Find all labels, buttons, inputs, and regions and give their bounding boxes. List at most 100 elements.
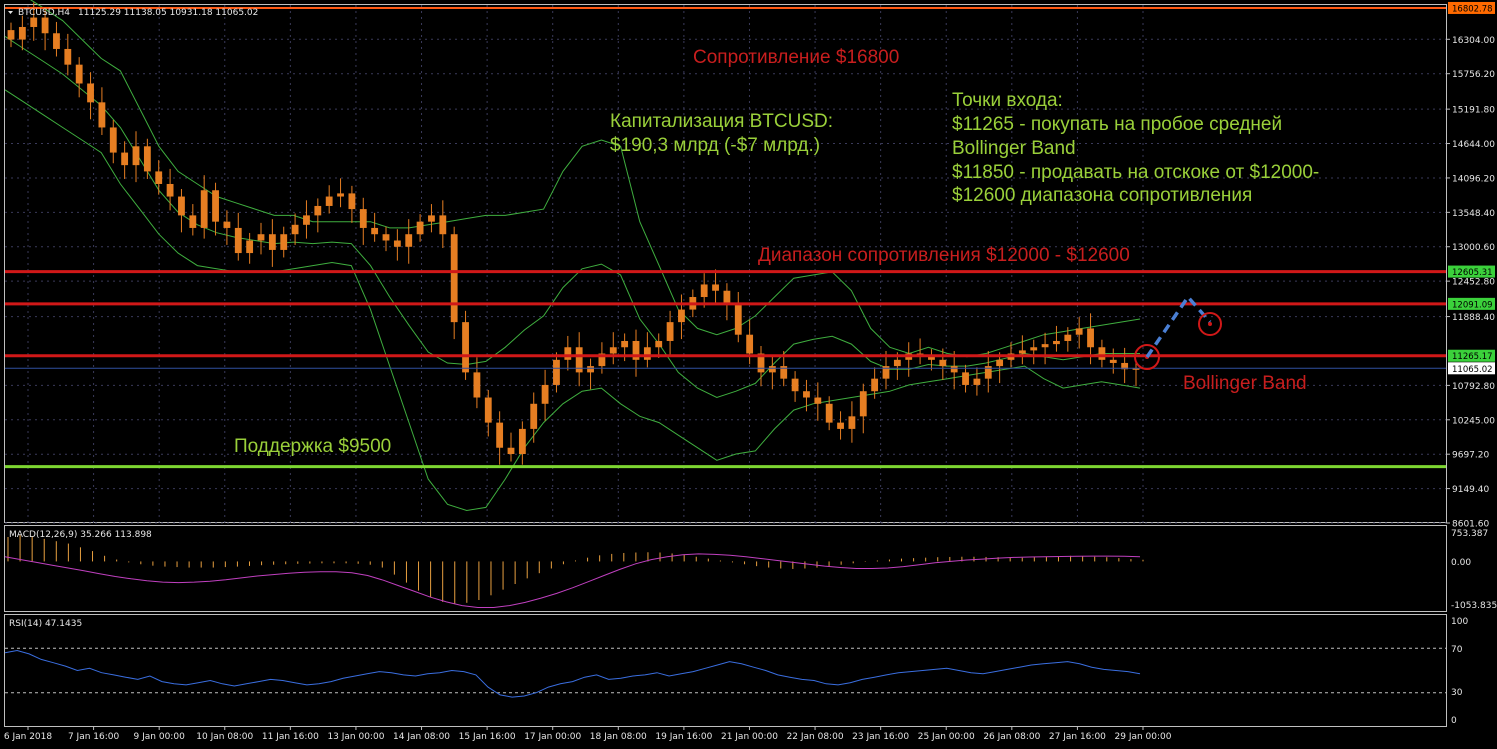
- candle-body: [75, 64, 83, 84]
- candle-body: [393, 240, 401, 247]
- price-tag-label: 12605.31: [1452, 268, 1493, 278]
- sell-entry-dot: [1208, 322, 1212, 326]
- candle-body: [450, 234, 458, 323]
- price-tick-label: 14644.00: [1452, 140, 1495, 150]
- price-tick-label: 13000.60: [1452, 243, 1495, 253]
- candle-body: [257, 234, 265, 241]
- candle-body: [484, 397, 492, 423]
- time-tick-label: 14 Jan 08:00: [393, 732, 450, 742]
- candle-body: [30, 17, 38, 27]
- candle-body: [848, 416, 856, 429]
- candle-body: [212, 190, 219, 222]
- candle-body: [337, 193, 344, 197]
- price-tag-label: 16802.78: [1452, 4, 1493, 14]
- candle-body: [246, 240, 254, 254]
- candle-body: [314, 205, 322, 216]
- macd-tick: -1053.835: [1451, 601, 1497, 611]
- candle-body: [553, 359, 560, 385]
- candle-body: [98, 102, 106, 128]
- candle-body: [462, 322, 469, 373]
- price-tick-label: 10245.00: [1452, 416, 1495, 426]
- candle-body: [837, 422, 844, 429]
- candle-body: [1053, 340, 1060, 345]
- macd-tick: 753.387: [1451, 529, 1488, 539]
- time-tick-label: 27 Jan 16:00: [1049, 732, 1106, 742]
- candle-body: [507, 447, 515, 455]
- candle-body: [723, 290, 731, 304]
- resistance-range-label: Диапазон сопротивления $12000 - $12600: [758, 245, 1130, 266]
- candle-body: [791, 378, 799, 392]
- time-tick-label: 15 Jan 16:00: [459, 732, 516, 742]
- capitalization-line-2: $190,3 млрд (-$7 млрд.): [610, 135, 820, 156]
- candle-body: [109, 127, 117, 153]
- time-tick-label: 18 Jan 08:00: [590, 732, 647, 742]
- price-tick-label: 13548.40: [1452, 209, 1495, 219]
- candle-body: [64, 48, 72, 65]
- candle-body: [359, 209, 367, 228]
- time-tick-label: 29 Jan 00:00: [1115, 732, 1172, 742]
- candle-body: [518, 428, 526, 455]
- candle-body: [291, 224, 299, 235]
- candle-body: [859, 391, 867, 417]
- candle-body: [1087, 328, 1094, 348]
- candle-body: [41, 17, 49, 34]
- ohlc-readout: 11125.29 11138.05 10931.18 11065.02: [78, 8, 258, 18]
- candle-body: [939, 359, 947, 367]
- candle-body: [530, 403, 538, 429]
- candle-body: [973, 378, 981, 385]
- candle-body: [1030, 347, 1038, 351]
- candle-body: [234, 227, 242, 254]
- trading-chart[interactable]: 16304.00 15756.20 15191.80 14644.00 14096.20…: [0, 0, 1497, 749]
- candle-body: [700, 284, 708, 298]
- candle-body: [950, 366, 958, 373]
- candle-body: [609, 347, 617, 354]
- price-tick-label: 15756.20: [1452, 70, 1495, 80]
- candle-body: [416, 221, 424, 235]
- rsi-tick: 70: [1451, 645, 1463, 655]
- entry-points-line-5: $12600 диапазона сопротивления: [952, 185, 1252, 206]
- bollinger-band-label: Bollinger Band: [1183, 373, 1307, 394]
- rsi-label: RSI(14) 47.1435: [9, 619, 82, 629]
- candle-body: [996, 359, 1004, 367]
- price-tick-label: 16304.00: [1452, 36, 1495, 46]
- candle-body: [621, 340, 629, 348]
- price-tick-label: 14096.20: [1452, 174, 1495, 184]
- time-tick-label: 7 Jan 16:00: [68, 732, 120, 742]
- candle-body: [166, 183, 174, 197]
- candle-body: [871, 378, 879, 392]
- macd-tick: 0.00: [1451, 558, 1471, 568]
- candle-body: [893, 359, 901, 367]
- candle-body: [678, 309, 685, 323]
- candle-body: [962, 372, 969, 385]
- candle-body: [473, 372, 481, 398]
- time-tick-label: 22 Jan 08:00: [787, 732, 844, 742]
- candle-body: [746, 334, 754, 354]
- price-tick-label: 11888.40: [1452, 313, 1495, 323]
- candle-body: [643, 347, 651, 360]
- capitalization-line-1: Капитализация BTCUSD:: [610, 111, 833, 132]
- time-tick-label: 10 Jan 08:00: [196, 732, 253, 742]
- candle-body: [541, 384, 549, 404]
- price-tick-label: 12452.80: [1452, 278, 1495, 288]
- price-tag-label: 11265.17: [1452, 352, 1493, 362]
- candle-body: [734, 303, 742, 335]
- rsi-tick: 30: [1451, 688, 1463, 698]
- candle-body: [712, 284, 719, 291]
- support-label: Поддержка $9500: [234, 436, 391, 457]
- price-tick-label: 9149.40: [1452, 485, 1489, 495]
- candle-body: [428, 215, 435, 222]
- time-tick-label: 21 Jan 00:00: [721, 732, 778, 742]
- candle-body: [814, 397, 822, 404]
- candle-body: [325, 196, 333, 206]
- time-tick-label: 17 Jan 00:00: [524, 732, 581, 742]
- time-tick-label: 26 Jan 08:00: [983, 732, 1040, 742]
- candle-body: [439, 215, 447, 235]
- symbol-label: BTCUSD,H4: [18, 8, 70, 18]
- candle-body: [405, 234, 413, 247]
- candle-body: [178, 196, 185, 216]
- candle-body: [1098, 347, 1106, 360]
- candle-body: [53, 33, 60, 49]
- candle-body: [496, 422, 504, 448]
- time-tick-label: 25 Jan 00:00: [918, 732, 975, 742]
- rsi-tick: 100: [1451, 617, 1468, 627]
